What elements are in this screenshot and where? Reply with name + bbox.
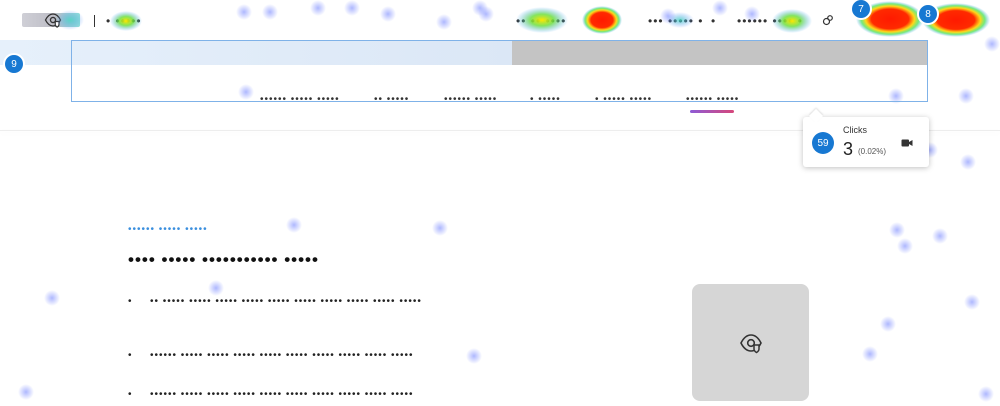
nav-item-2[interactable]: ••• ••••• •: [648, 14, 703, 28]
bullet-text-3: •••••• ••••• ••••• ••••• ••••• ••••• •••…: [150, 389, 414, 400]
tooltip-click-count: 3: [843, 139, 854, 159]
nav-item-4[interactable]: •••••• •••• •: [737, 14, 803, 28]
click-stats-tooltip: 59 Clicks 3 (0.02%): [803, 117, 929, 167]
heatmap-click-dot: [978, 386, 994, 402]
image-placeholder: [692, 284, 809, 401]
nav-item-1[interactable]: •• •• ••••: [516, 14, 566, 28]
section-eyebrow: •••••• ••••• •••••: [128, 224, 208, 235]
subnav-active-indicator: [690, 110, 734, 113]
nav-item-3[interactable]: •: [711, 14, 716, 28]
bullet-marker: •: [128, 389, 132, 400]
eye-shield-icon: [739, 333, 762, 353]
globe-icon[interactable]: [822, 14, 834, 26]
heatmap-click-dot: [958, 88, 974, 104]
bullet-text-1: •• ••••• ••••• ••••• ••••• ••••• ••••• •…: [150, 296, 422, 307]
tooltip-rank-badge: 59: [812, 132, 834, 154]
heatmap-click-dot: [964, 294, 980, 310]
heatmap-click-dot: [889, 222, 905, 238]
heatmap-click-dot: [897, 238, 913, 254]
bullet-text-2: •••••• ••••• ••••• ••••• ••••• ••••• •••…: [150, 350, 414, 361]
heatmap-click-dot: [286, 217, 302, 233]
eye-shield-icon: [44, 13, 62, 28]
brand-separator: [94, 15, 95, 27]
heatmap-click-dot: [208, 280, 224, 296]
element-rank-badge-9[interactable]: 9: [3, 53, 25, 75]
heatmap-click-dot: [932, 228, 948, 244]
nav-item-left[interactable]: • •••••: [106, 14, 142, 28]
tooltip-label: Clicks: [843, 125, 867, 135]
heatmap-click-dot: [432, 220, 448, 236]
heatmap-click-dot: [18, 384, 34, 400]
bullet-marker: •: [128, 296, 132, 307]
element-rank-badge-8[interactable]: 8: [917, 3, 939, 25]
selected-element-outline: [71, 40, 928, 102]
heatmap-click-dot: [880, 316, 896, 332]
section-heading: •••• ••••• ••••••••••• •••••: [128, 250, 319, 269]
heatmap-click-dot: [960, 154, 976, 170]
bullet-marker: •: [128, 350, 132, 361]
heatmap-click-dot: [466, 348, 482, 364]
heatmap-click-dot: [862, 346, 878, 362]
video-camera-icon[interactable]: [901, 138, 913, 148]
heatmap-click-dot: [44, 290, 60, 306]
tooltip-click-percent: (0.02%): [858, 147, 887, 156]
